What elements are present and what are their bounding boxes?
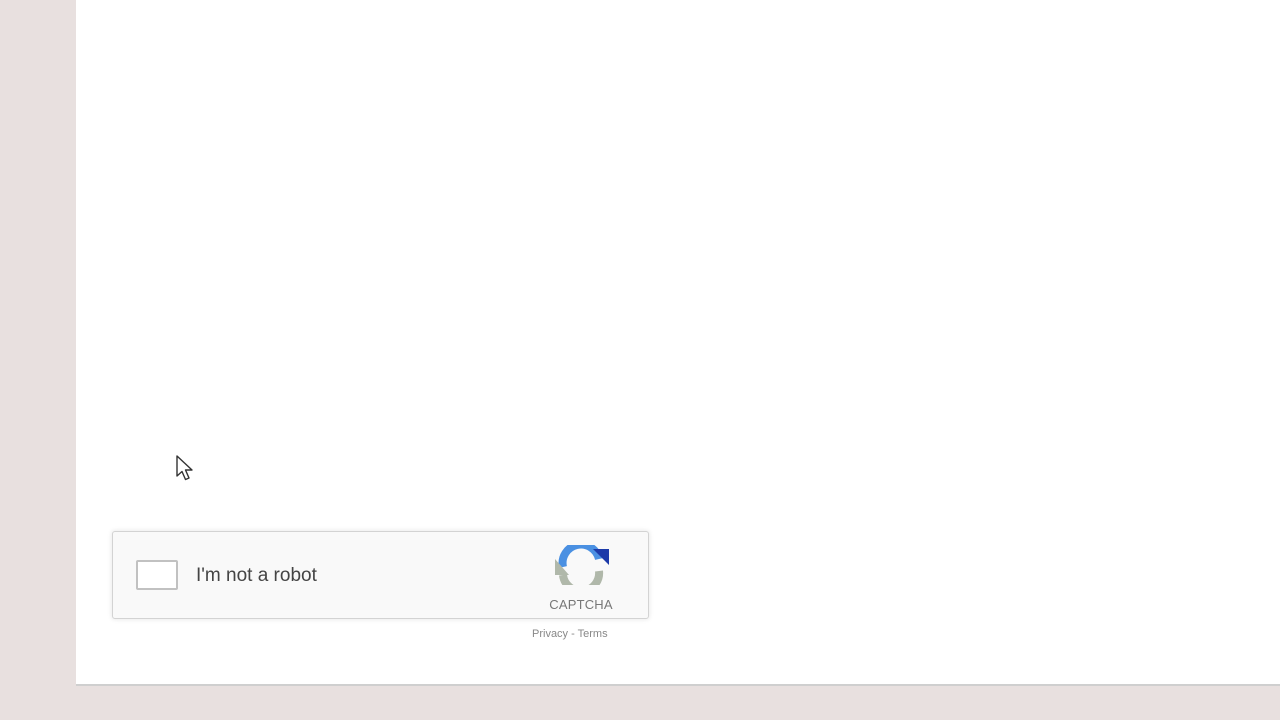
recaptcha-label: I'm not a robot: [196, 565, 317, 586]
recaptcha-checkbox[interactable]: [136, 560, 178, 590]
mouse-cursor-icon: [176, 455, 193, 481]
terms-link[interactable]: Terms: [578, 628, 608, 640]
recaptcha-widget: I'm not a robot CAPTCHA: [112, 531, 649, 619]
recaptcha-links: Privacy - Terms: [532, 628, 608, 640]
recaptcha-logo-icon: [555, 545, 609, 585]
privacy-link[interactable]: Privacy: [532, 628, 568, 640]
link-separator: -: [568, 628, 578, 640]
recaptcha-brand: CAPTCHA: [549, 597, 613, 612]
